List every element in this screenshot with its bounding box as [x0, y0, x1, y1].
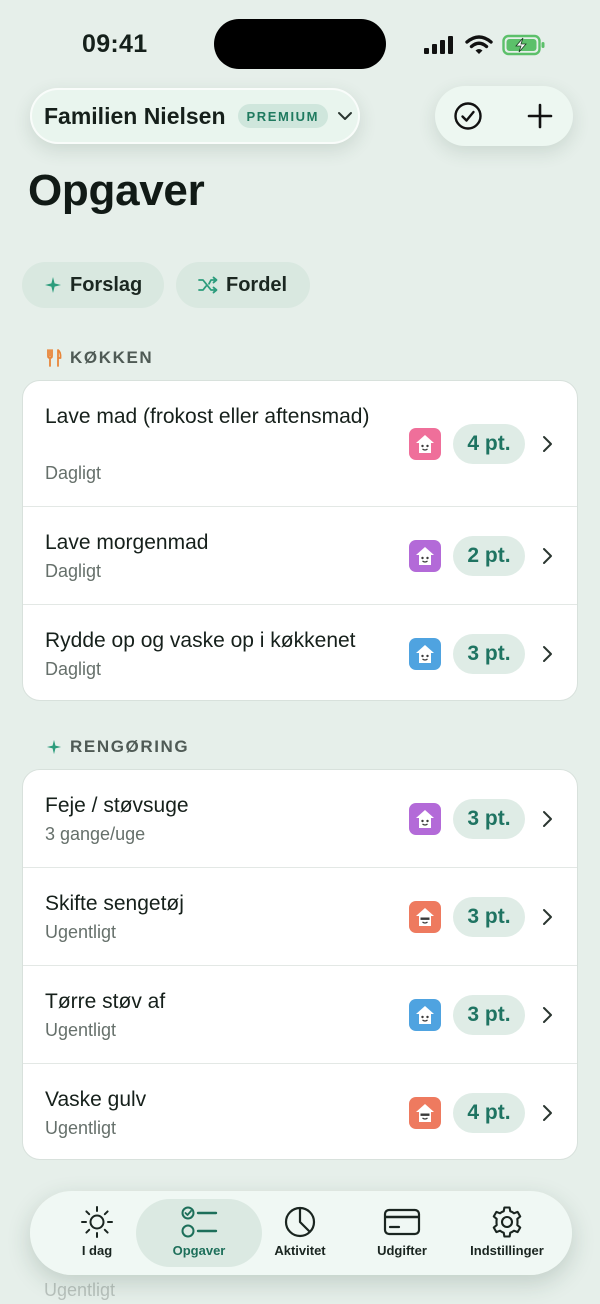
task-frequency: Dagligt [45, 561, 102, 581]
task-frequency: 3 gange/uge [45, 824, 146, 844]
tab-label: I dag [81, 1243, 113, 1258]
task-frequency: Ugentligt [45, 1118, 117, 1138]
task-title: Lave mad (frokost eller aftensmad) [45, 405, 370, 428]
family-switcher[interactable]: Familien Nielsen PREMIUM [30, 88, 360, 144]
tab-settings[interactable]: Indstillinger [454, 1199, 560, 1267]
status-icons [424, 32, 548, 58]
tab-tasks[interactable]: Opgaver [136, 1199, 262, 1267]
task-frequency: Dagligt [45, 463, 102, 483]
assignee-avatar [409, 1097, 441, 1129]
section-title-kitchen: KØKKEN [46, 348, 153, 368]
points-badge: 3 pt. [453, 799, 525, 839]
assignee-avatar [409, 803, 441, 835]
task-frequency: Ugentligt [45, 1020, 117, 1040]
tab-label: Opgaver [172, 1243, 226, 1258]
task-row[interactable]: Lave morgenmad Dagligt 2 pt. [23, 507, 577, 605]
task-row[interactable]: Lave mad (frokost eller aftensmad) Dagli… [23, 381, 577, 507]
gear-icon [492, 1206, 522, 1238]
points-badge: 3 pt. [453, 634, 525, 674]
dynamic-island [214, 19, 386, 69]
battery-charging-icon [502, 34, 545, 56]
assignee-avatar [409, 901, 441, 933]
chevron-right-icon [543, 1105, 552, 1121]
task-frequency: Ugentligt [45, 922, 117, 942]
page-title: Opgaver [28, 166, 205, 215]
house-face-icon [416, 547, 434, 565]
chevron-right-icon [543, 1007, 552, 1023]
house-face-icon [416, 1104, 434, 1122]
task-title: Tørre støv af [45, 990, 166, 1013]
task-row[interactable]: Rydde op og vaske op i køkkenet Dagligt … [23, 605, 577, 700]
chip-label: Fordel [226, 273, 288, 296]
task-row[interactable]: Feje / støvsuge 3 gange/uge 3 pt. [23, 770, 577, 868]
signal-icon [424, 36, 453, 54]
house-face-icon [416, 908, 434, 926]
distribute-chip[interactable]: Fordel [176, 262, 310, 308]
points-badge: 3 pt. [453, 897, 525, 937]
chevron-right-icon [543, 909, 552, 925]
points-badge: 4 pt. [453, 1093, 525, 1133]
chevron-right-icon [543, 436, 552, 452]
plus-icon [527, 103, 553, 129]
house-face-icon [416, 645, 434, 663]
premium-badge: PREMIUM [237, 104, 329, 128]
pie-chart-icon [284, 1206, 316, 1238]
task-row[interactable]: Skifte sengetøj Ugentligt 3 pt. [23, 868, 577, 966]
house-face-icon [416, 1006, 434, 1024]
chip-label: Forslag [70, 273, 143, 296]
kitchen-task-list: Lave mad (frokost eller aftensmad) Dagli… [22, 380, 578, 701]
assignee-avatar [409, 540, 441, 572]
fork-knife-icon [47, 349, 62, 367]
sparkle-icon [45, 277, 61, 293]
section-label: RENGØRING [70, 737, 190, 756]
points-badge: 4 pt. [453, 424, 525, 464]
chevron-down-icon [338, 112, 353, 120]
task-frequency: Dagligt [45, 659, 102, 679]
sun-icon [81, 1206, 113, 1238]
cleaning-task-list: Feje / støvsuge 3 gange/uge 3 pt. Skifte… [22, 769, 578, 1160]
sparkle-icon [46, 739, 62, 755]
assignee-avatar [409, 428, 441, 460]
add-task-button[interactable] [522, 98, 558, 134]
shuffle-icon [198, 276, 218, 294]
chevron-right-icon [543, 811, 552, 827]
credit-card-icon [383, 1208, 421, 1236]
task-frequency: Ugentligt [44, 1280, 116, 1300]
family-name: Familien Nielsen [44, 102, 226, 129]
chevron-right-icon [543, 548, 552, 564]
house-face-icon [416, 810, 434, 828]
points-badge: 3 pt. [453, 995, 525, 1035]
task-row[interactable]: Tørre støv af Ugentligt 3 pt. [23, 966, 577, 1064]
section-title-cleaning: RENGØRING [46, 737, 189, 757]
assignee-avatar [409, 638, 441, 670]
tab-label: Indstillinger [470, 1243, 544, 1258]
suggestions-chip[interactable]: Forslag [22, 262, 164, 308]
complete-button[interactable] [450, 98, 486, 134]
status-time: 09:41 [82, 30, 148, 58]
task-row[interactable]: Vaske gulv Ugentligt 4 pt. [23, 1064, 577, 1159]
tab-label: Udgifter [377, 1243, 427, 1258]
section-label: KØKKEN [70, 348, 154, 367]
house-face-icon [416, 435, 434, 453]
task-title: Rydde op og vaske op i køkkenet [45, 629, 356, 652]
tab-expenses[interactable]: Udgifter [352, 1199, 452, 1267]
tab-label: Aktivitet [274, 1243, 326, 1258]
task-title: Vaske gulv [45, 1088, 147, 1111]
chevron-right-icon [543, 646, 552, 662]
tab-today[interactable]: I dag [48, 1199, 146, 1267]
wifi-icon [465, 35, 493, 54]
tab-bar: I dag Opgaver Aktivitet Udgifter Indstil… [30, 1191, 572, 1275]
task-title: Feje / støvsuge [45, 794, 189, 817]
checklist-icon [181, 1206, 218, 1238]
check-circle-icon [454, 102, 482, 130]
header-actions [435, 86, 573, 146]
assignee-avatar [409, 999, 441, 1031]
tab-activity[interactable]: Aktivitet [252, 1199, 348, 1267]
task-title: Skifte sengetøj [45, 892, 184, 915]
task-title: Lave morgenmad [45, 531, 209, 554]
points-badge: 2 pt. [453, 536, 525, 576]
status-bar: 09:41 [0, 0, 600, 90]
